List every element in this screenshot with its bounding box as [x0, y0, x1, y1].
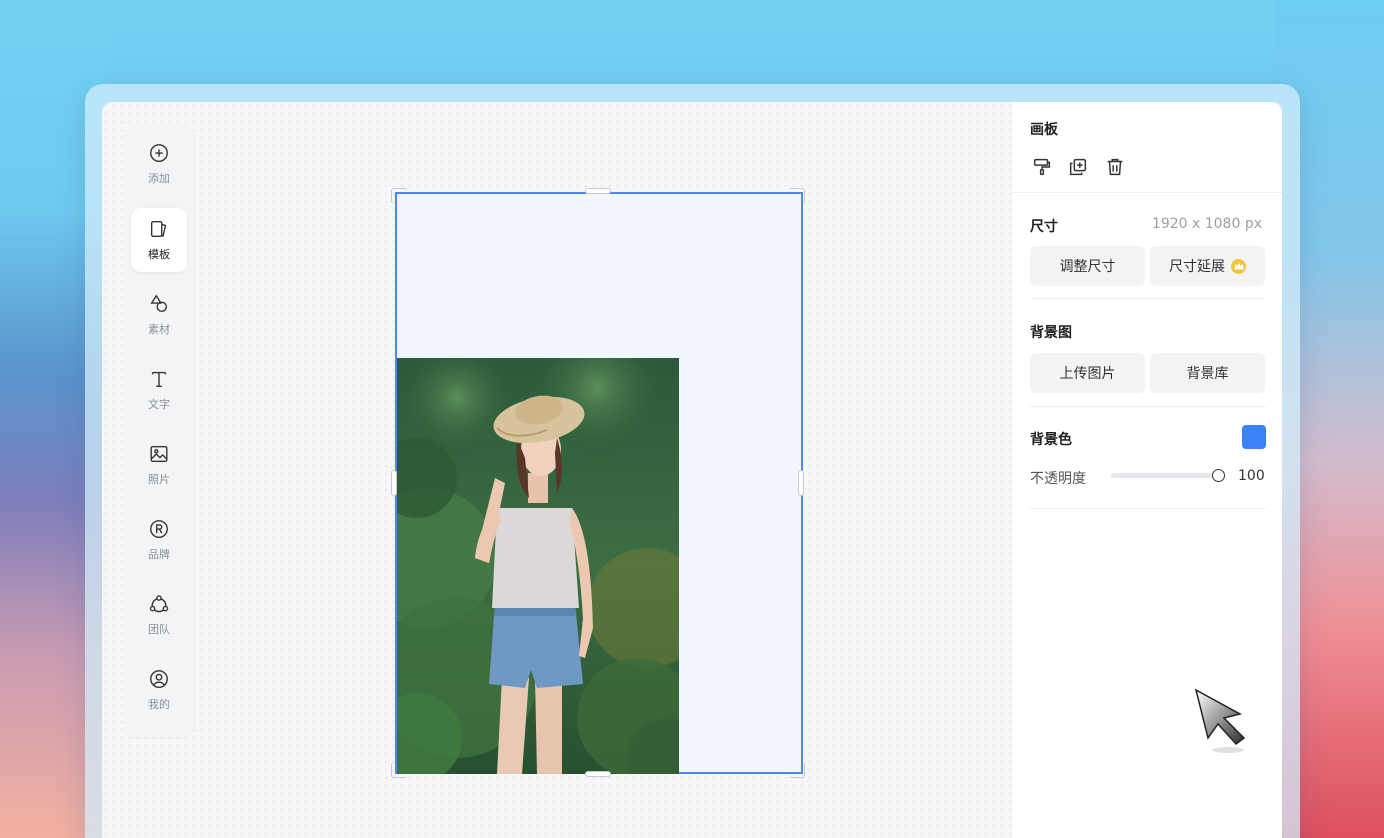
handle-bottom-left[interactable]: [391, 762, 407, 778]
opacity-label: 不透明度: [1030, 471, 1086, 487]
editor-app: 添加 模板 素材 文字 照片 品牌 团队 我的 画板 尺寸 1920 x 108…: [102, 102, 1282, 838]
background-color-label: 背景色: [1030, 432, 1072, 448]
plus-circle-icon: [150, 144, 168, 162]
tool-add-label: 添加: [148, 172, 170, 185]
registered-icon: [150, 520, 168, 538]
photo-woman-in-hat-image: [397, 358, 679, 774]
handle-right[interactable]: [798, 470, 804, 496]
section-divider: [1030, 406, 1266, 407]
tool-brand-label: 品牌: [148, 548, 170, 561]
size-value: 1920 x 1080 px: [1151, 216, 1262, 232]
size-extend-button[interactable]: 尺寸延展: [1150, 246, 1265, 286]
size-label: 尺寸: [1030, 219, 1058, 235]
left-toolbar: 添加 模板 素材 文字 照片 品牌 团队 我的: [124, 124, 194, 737]
upload-image-button-label: 上传图片: [1059, 366, 1116, 382]
mouse-cursor-icon: [1194, 688, 1246, 753]
canvas-photo[interactable]: [397, 358, 679, 774]
tool-photo-label: 照片: [148, 473, 170, 486]
background-image-label: 背景图: [1030, 325, 1072, 341]
template-icon: [150, 220, 167, 238]
resize-button-label: 调整尺寸: [1059, 259, 1116, 275]
background-library-button[interactable]: 背景库: [1150, 353, 1265, 393]
tool-material[interactable]: 素材: [131, 283, 187, 347]
panel-divider: [1013, 192, 1282, 193]
tool-template[interactable]: 模板: [131, 208, 187, 272]
resize-button[interactable]: 调整尺寸: [1030, 246, 1145, 286]
handle-bottom[interactable]: [585, 771, 611, 777]
artboard[interactable]: [395, 192, 803, 774]
opacity-slider-thumb[interactable]: [1212, 469, 1225, 482]
background-color-swatch[interactable]: [1242, 425, 1266, 449]
image-icon: [150, 445, 168, 463]
format-painter-icon[interactable]: [1031, 156, 1053, 178]
handle-left[interactable]: [391, 470, 397, 496]
tool-team-label: 团队: [148, 623, 170, 636]
background-library-button-label: 背景库: [1186, 366, 1229, 382]
tool-material-label: 素材: [148, 323, 170, 336]
tool-add[interactable]: 添加: [131, 132, 187, 196]
tool-mine[interactable]: 我的: [131, 658, 187, 722]
section-divider: [1030, 508, 1266, 509]
panel-title: 画板: [1030, 122, 1058, 138]
opacity-slider-track[interactable]: [1111, 473, 1218, 478]
shapes-icon: [150, 294, 168, 313]
handle-top[interactable]: [585, 188, 611, 194]
text-icon: [151, 371, 167, 388]
handle-bottom-right[interactable]: [789, 762, 805, 778]
tool-template-label: 模板: [148, 248, 170, 261]
size-extend-button-label: 尺寸延展: [1169, 259, 1225, 275]
opacity-value: 100: [1238, 468, 1265, 484]
handle-top-right[interactable]: [789, 188, 805, 204]
trash-icon[interactable]: [1104, 156, 1126, 178]
tool-text-label: 文字: [148, 398, 170, 411]
tool-brand[interactable]: 品牌: [131, 508, 187, 572]
tool-text[interactable]: 文字: [131, 358, 187, 422]
team-icon: [149, 595, 169, 613]
upload-image-button[interactable]: 上传图片: [1030, 353, 1145, 393]
handle-top-left[interactable]: [391, 188, 407, 204]
section-divider: [1030, 298, 1266, 299]
tool-team[interactable]: 团队: [131, 583, 187, 647]
user-circle-icon: [150, 670, 168, 688]
crown-icon: [1231, 258, 1246, 274]
duplicate-icon[interactable]: [1067, 156, 1089, 178]
tool-mine-label: 我的: [148, 698, 170, 711]
tool-photo[interactable]: 照片: [131, 433, 187, 497]
